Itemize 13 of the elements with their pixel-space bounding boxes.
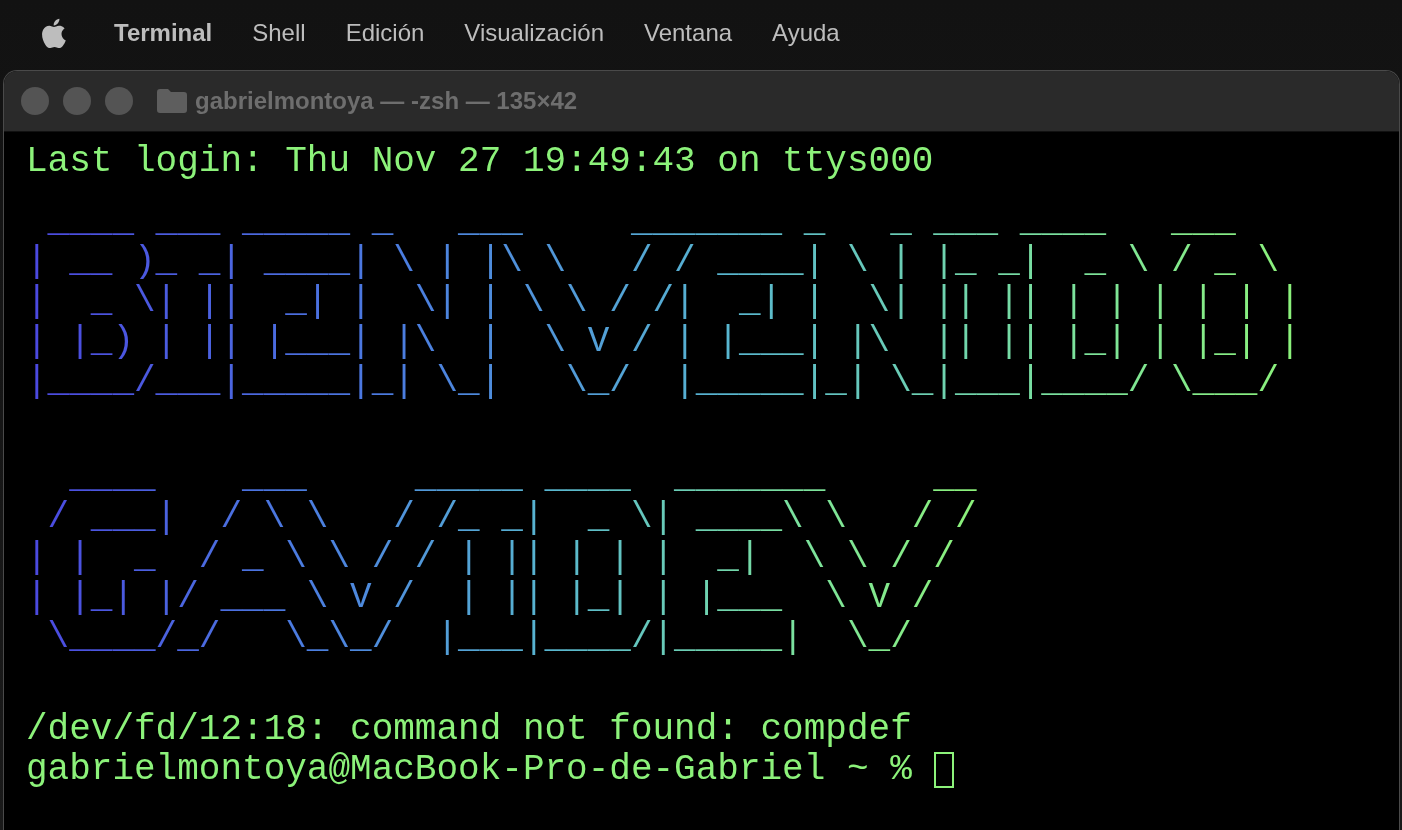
terminal-output: Last login: Thu Nov 27 19:49:43 on ttys000 bbox=[26, 142, 934, 182]
folder-icon bbox=[157, 89, 187, 113]
menu-item[interactable]: Edición bbox=[325, 19, 445, 47]
window-title: gabrielmontoya — -zsh — 135×42 bbox=[195, 87, 578, 115]
menu-item[interactable]: Shell bbox=[232, 19, 326, 47]
menu-item[interactable]: Ventana bbox=[624, 19, 753, 47]
apple-logo-icon[interactable] bbox=[40, 18, 66, 48]
menu-item[interactable]: Visualización bbox=[444, 19, 624, 47]
terminal-output: /dev/fd/12:18: command not found: compdef bbox=[26, 710, 912, 750]
menu-item[interactable]: Ayuda bbox=[752, 19, 860, 47]
text-cursor bbox=[933, 752, 954, 788]
shell-prompt: gabrielmontoya@MacBook-Pro-de-Gabriel ~ % bbox=[26, 750, 912, 790]
app-menu[interactable]: Terminal bbox=[94, 19, 233, 47]
